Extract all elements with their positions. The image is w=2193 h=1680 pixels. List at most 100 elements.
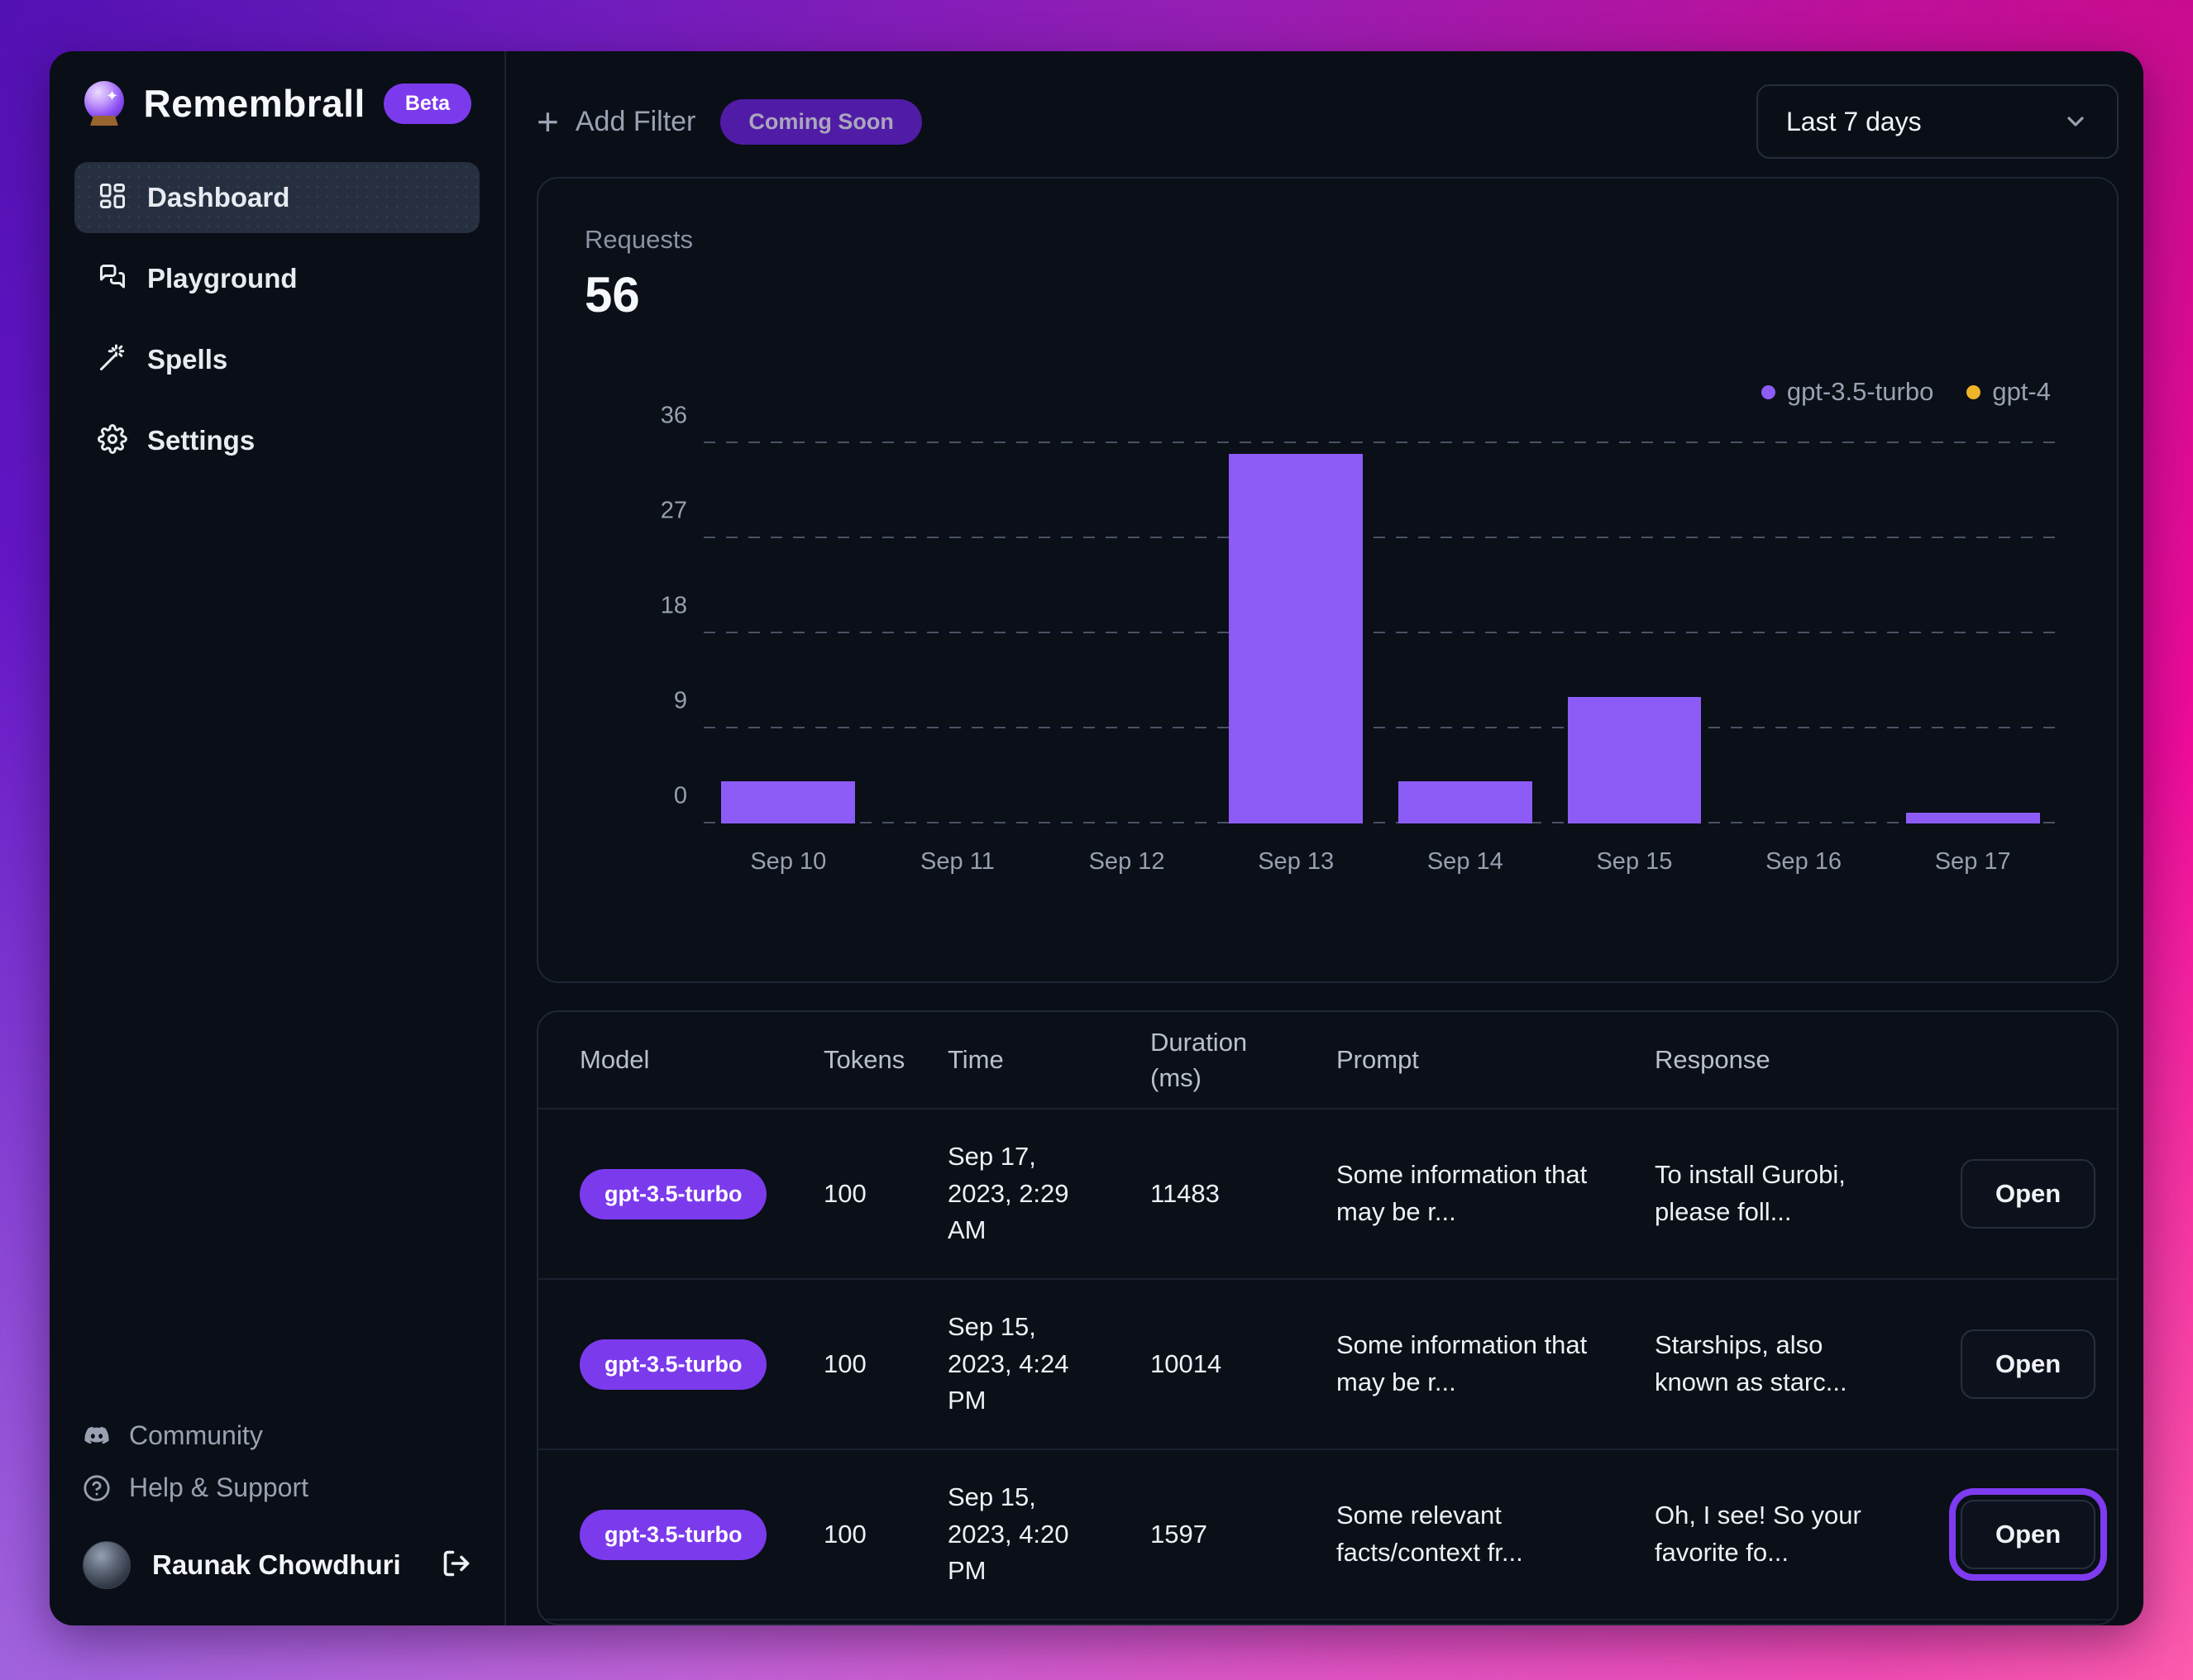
model-badge: gpt-3.5-turbo: [580, 1339, 767, 1390]
model-cell: gpt-3.5-turbo: [580, 1168, 824, 1219]
sidebar-item-label: Spells: [147, 344, 228, 375]
x-axis-labels: Sep 10 Sep 11 Sep 12 Sep 13 Sep 14 Sep 15 Sep …: [704, 848, 2057, 876]
beta-badge: Beta: [383, 83, 471, 124]
add-filter-button[interactable]: Add Filter: [576, 106, 696, 138]
date-range-select[interactable]: Last 7 days: [1756, 84, 2119, 159]
main-content: + Add Filter Coming Soon Last 7 days Req…: [506, 51, 2143, 1625]
x-axis-label-sep-13: Sep 13: [1258, 848, 1335, 875]
requests-metric-value: 56: [585, 267, 640, 322]
table-row: gpt-3.5-turbo 100 Sep 15, 2023, 4:20 PM 159…: [538, 1450, 2117, 1620]
bar-gpt-3.5-turbo-sep-14[interactable]: [1398, 780, 1532, 823]
prompt-cell: Some information that may be r...: [1336, 1160, 1588, 1226]
legend-item-gpt-4: gpt-4: [1966, 377, 2051, 407]
prompt-cell: Some information that may be r...: [1336, 1330, 1588, 1396]
dashboard-icon: [98, 181, 127, 215]
y-axis-tick-36: 36: [660, 402, 687, 429]
legend-label: gpt-3.5-turbo: [1786, 377, 1934, 406]
column-header-time: Time: [948, 1045, 1004, 1075]
column-header-duration-ms-: Duration (ms): [1150, 1027, 1248, 1092]
action-cell: Open: [1961, 1159, 2096, 1229]
app-title: Remembrall: [143, 82, 366, 125]
prompt-cell: Some relevant facts/context fr...: [1336, 1501, 1523, 1567]
model-cell: gpt-3.5-turbo: [580, 1509, 824, 1560]
requests-chart-card: Requests 56 gpt-3.5-turbo gpt-4 0 9 18 27 36 …: [537, 177, 2119, 983]
user-row[interactable]: Raunak Chowdhuri: [50, 1541, 504, 1589]
playground-chat-icon: [98, 262, 127, 296]
time-cell: Sep 15, 2023, 4:24 PM: [948, 1311, 1069, 1415]
duration-cell: 1597: [1150, 1520, 1207, 1549]
bar-slot-sep-14: [1381, 443, 1550, 823]
column-header-model: Model: [580, 1045, 650, 1075]
x-axis-label-sep-11: Sep 11: [920, 848, 995, 875]
legend-label: gpt-4: [1992, 377, 2051, 406]
sidebar-item-dashboard[interactable]: Dashboard: [74, 162, 480, 233]
bar-gpt-3.5-turbo-sep-15[interactable]: [1567, 696, 1702, 823]
desktop-background: { "app": { "name": "Remembrall", "badge"…: [0, 0, 2193, 1680]
requests-metric-label: Requests: [585, 225, 693, 254]
column-header-prompt: Prompt: [1336, 1045, 1419, 1075]
time-cell: Sep 15, 2023, 4:20 PM: [948, 1482, 1069, 1586]
help-circle-icon: [83, 1474, 111, 1502]
y-axis-tick-9: 9: [673, 687, 687, 714]
x-axis-label-sep-10: Sep 10: [750, 848, 827, 875]
y-axis-tick-18: 18: [660, 592, 687, 619]
x-axis-label-sep-14: Sep 14: [1426, 848, 1503, 875]
table-body: gpt-3.5-turbo 100 Sep 17, 2023, 2:29 AM 114…: [538, 1110, 2117, 1620]
column-header-tokens: Tokens: [824, 1045, 905, 1075]
open-button[interactable]: Open: [1961, 1159, 2096, 1229]
bar-slot-sep-15: [1550, 443, 1719, 823]
response-cell: Starships, also known as starc...: [1655, 1330, 1847, 1396]
time-cell: Sep 17, 2023, 2:29 AM: [948, 1141, 1069, 1245]
bar-gpt-3.5-turbo-sep-17[interactable]: [1905, 813, 2040, 823]
date-range-value: Last 7 days: [1786, 106, 1922, 136]
sidebar-footer-item-community[interactable]: Community: [83, 1420, 471, 1451]
bar-slot-sep-11: [873, 443, 1043, 823]
table-row: gpt-3.5-turbo 100 Sep 17, 2023, 2:29 AM 114…: [538, 1110, 2117, 1280]
bar-slot-sep-16: [1719, 443, 1889, 823]
x-axis-label-sep-12: Sep 12: [1088, 848, 1165, 875]
app-window: ✦ Remembrall Beta Dashboard Playground Spe…: [50, 51, 2143, 1625]
topbar: + Add Filter Coming Soon Last 7 days: [537, 84, 2119, 159]
requests-table-card: Model Tokens Time Duration (ms) Prompt Respon…: [537, 1010, 2119, 1625]
bar-gpt-3.5-turbo-sep-13[interactable]: [1229, 453, 1363, 823]
open-button[interactable]: Open: [1961, 1500, 2096, 1569]
x-axis-label-sep-15: Sep 15: [1596, 848, 1673, 875]
sidebar: ✦ Remembrall Beta Dashboard Playground Spe…: [50, 51, 506, 1625]
sidebar-item-label: Dashboard: [147, 182, 290, 212]
chart-legend: gpt-3.5-turbo gpt-4: [1761, 377, 2051, 407]
open-button[interactable]: Open: [1961, 1329, 2096, 1399]
bar-chart-plot: 0 9 18 27 36: [661, 403, 2057, 823]
bar-slot-sep-12: [1042, 443, 1211, 823]
table-row: gpt-3.5-turbo 100 Sep 15, 2023, 4:24 PM 100…: [538, 1280, 2117, 1450]
footer-item-label: Community: [129, 1420, 263, 1450]
action-cell: Open: [1961, 1500, 2096, 1569]
wand-icon: [98, 343, 127, 377]
legend-item-gpt-3.5-turbo: gpt-3.5-turbo: [1761, 377, 1934, 407]
duration-cell: 10014: [1150, 1349, 1222, 1378]
bar-slot-sep-17: [1888, 443, 2057, 823]
column-header-response: Response: [1655, 1045, 1770, 1075]
legend-dot: [1966, 384, 1981, 399]
sidebar-item-playground[interactable]: Playground: [74, 243, 480, 314]
response-cell: Oh, I see! So your favorite fo...: [1655, 1501, 1861, 1567]
model-badge: gpt-3.5-turbo: [580, 1168, 767, 1219]
sidebar-item-spells[interactable]: Spells: [74, 324, 480, 395]
crystal-ball-logo-icon: ✦: [83, 81, 125, 126]
sidebar-item-label: Settings: [147, 425, 256, 456]
gear-icon: [98, 423, 127, 458]
coming-soon-badge: Coming Soon: [720, 98, 922, 145]
bar-gpt-3.5-turbo-sep-10[interactable]: [721, 780, 856, 823]
table-header-row: Model Tokens Time Duration (ms) Prompt Respon…: [538, 1012, 2117, 1110]
tokens-cell: 100: [824, 1179, 867, 1208]
footer-item-label: Help & Support: [129, 1472, 309, 1502]
bar-slot-sep-10: [704, 443, 873, 823]
sidebar-item-settings[interactable]: Settings: [74, 405, 480, 476]
x-axis-label-sep-16: Sep 16: [1765, 848, 1842, 875]
sidebar-nav: Dashboard Playground Spells Settings: [50, 162, 504, 476]
sidebar-footer-item-help-support[interactable]: Help & Support: [83, 1472, 471, 1503]
user-avatar: [83, 1541, 131, 1589]
x-axis-label-sep-17: Sep 17: [1934, 848, 2011, 875]
model-badge: gpt-3.5-turbo: [580, 1509, 767, 1560]
logout-icon[interactable]: [442, 1549, 471, 1582]
bars-layer: [704, 443, 2057, 823]
